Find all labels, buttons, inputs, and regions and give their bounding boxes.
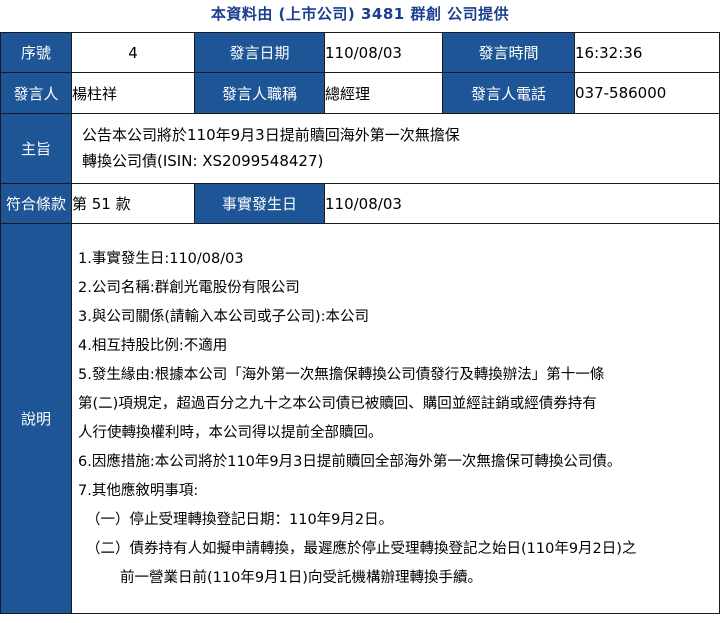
subject-line-1: 公告本公司將於110年9月3日提前贖回海外第一次無擔保	[82, 125, 460, 144]
description-line: 6.因應措施:本公司將於110年9月3日提前贖回全部海外第一次無擔保可轉換公司債…	[78, 453, 622, 470]
speaker-label: 發言人	[0, 72, 72, 114]
subject-label: 主旨	[0, 113, 72, 184]
date-value: 110/08/03	[324, 32, 443, 73]
page-title: 本資料由 (上市公司) 3481 群創 公司提供	[210, 5, 510, 23]
seq-value: 4	[71, 32, 195, 73]
description-line: 第(二)項規定，超過百分之九十之本公司債已被贖回、購回並經註銷或經債券持有	[78, 395, 597, 412]
position-label: 發言人職稱	[194, 72, 325, 114]
info-row-1: 序號 4 發言日期 110/08/03 發言時間 16:32:36	[0, 32, 720, 73]
info-row-4: 符合條款 第 51 款 事實發生日 110/08/03	[0, 183, 720, 224]
description-row: 說明 1.事實發生日:110/08/03 2.公司名稱:群創光電股份有限公司 3…	[0, 223, 720, 614]
description-line: 3.與公司關係(請輸入本公司或子公司):本公司	[78, 308, 370, 325]
speaker-value: 楊柱祥	[71, 72, 195, 114]
event-date-value: 110/08/03	[324, 183, 720, 224]
description-line: 5.發生緣由:根據本公司「海外第一次無擔保轉換公司債發行及轉換辦法」第十一條	[78, 366, 605, 383]
info-row-2: 發言人 楊柱祥 發言人職稱 總經理 發言人電話 037-586000	[0, 72, 720, 114]
phone-value: 037-586000	[574, 72, 720, 114]
description-line: 人行使轉換權利時，本公司得以提前全部贖回。	[78, 424, 383, 441]
event-date-label: 事實發生日	[194, 183, 325, 224]
description-line: （一）停止受理轉換登記日期：110年9月2日。	[86, 511, 394, 528]
position-value: 總經理	[324, 72, 443, 114]
time-value: 16:32:36	[574, 32, 720, 73]
date-label: 發言日期	[194, 32, 325, 73]
phone-label: 發言人電話	[442, 72, 575, 114]
time-label: 發言時間	[442, 32, 575, 73]
description-line: 4.相互持股比例:不適用	[78, 337, 228, 354]
description-line: 7.其他應敘明事項:	[78, 482, 199, 499]
description-line: 1.事實發生日:110/08/03	[78, 250, 244, 267]
description-line: 2.公司名稱:群創光電股份有限公司	[78, 279, 300, 296]
seq-label: 序號	[0, 32, 72, 73]
subject-row: 主旨 公告本公司將於110年9月3日提前贖回海外第一次無擔保 轉換公司債(ISI…	[0, 113, 720, 184]
announcement-table: 序號 4 發言日期 110/08/03 發言時間 16:32:36 發言人 楊柱…	[0, 32, 720, 614]
description-label: 說明	[0, 223, 72, 614]
clause-value: 第 51 款	[71, 183, 195, 224]
description-line: 前一營業日前(110年9月1日)向受託機構辦理轉換手續。	[120, 569, 482, 586]
subject-value: 公告本公司將於110年9月3日提前贖回海外第一次無擔保 轉換公司債(ISIN: …	[71, 113, 720, 184]
description-line: （二）債券持有人如擬申請轉換，最遲應於停止受理轉換登記之始日(110年9月2日)…	[86, 540, 637, 557]
clause-label: 符合條款	[0, 183, 72, 224]
description-content: 1.事實發生日:110/08/03 2.公司名稱:群創光電股份有限公司 3.與公…	[71, 223, 720, 614]
subject-line-2: 轉換公司債(ISIN: XS2099548427)	[82, 151, 324, 170]
